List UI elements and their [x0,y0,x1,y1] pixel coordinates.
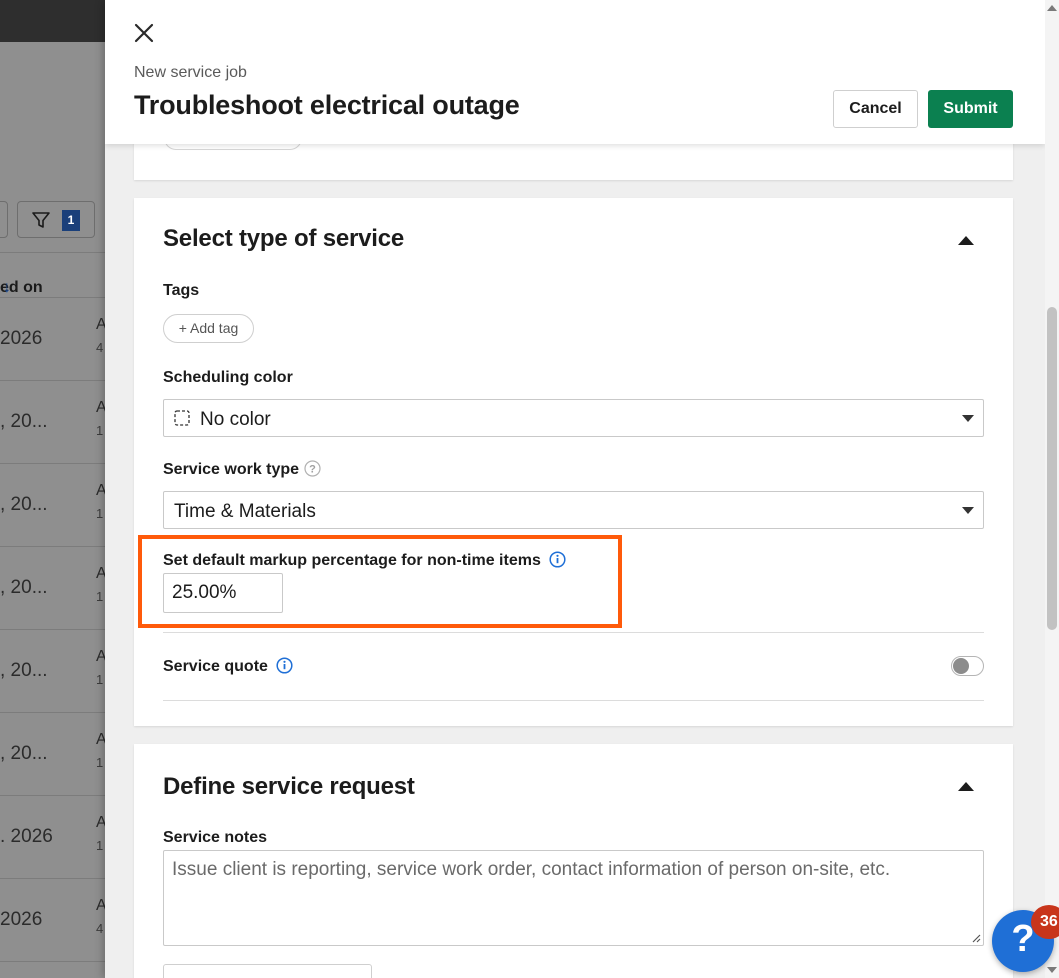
background-toolbar-button [0,201,8,238]
collapse-up-icon[interactable] [957,234,975,246]
toggle-knob [953,658,969,674]
new-service-job-drawer: New service job Troubleshoot electrical … [105,0,1045,978]
sort-arrow-icon: ↓ [3,279,11,296]
submit-button[interactable]: Submit [928,90,1013,128]
scheduling-color-select[interactable]: No color [163,399,984,437]
background-row-subtext: 1 [96,423,104,438]
notification-count-badge: 36 [1031,905,1059,939]
divider [163,632,984,633]
question-help-icon[interactable]: ? [304,460,321,477]
no-color-swatch-icon [174,410,190,426]
info-icon[interactable] [549,551,566,568]
background-row-subtext: 1 [96,506,104,521]
scheduling-color-value: No color [200,409,271,430]
background-table-row: 2026 A 4 [0,879,120,962]
section-title: Select type of service [163,225,405,252]
work-type-label-row: Service work type? [163,460,321,479]
section-title: Define service request [163,773,415,800]
background-row-date: , 20... [0,494,48,515]
add-tag-button[interactable]: + Add tag [163,314,254,343]
resize-handle-icon[interactable] [971,933,981,943]
scrollbar-thumb[interactable] [1047,307,1057,630]
chevron-down-icon [962,415,974,422]
scroll-up-arrow-icon[interactable] [1047,4,1057,12]
work-type-select[interactable]: Time & Materials [163,491,984,529]
markup-percentage-input[interactable] [163,573,283,613]
service-quote-toggle[interactable] [951,656,984,676]
background-row-date: . 2026 [0,826,53,847]
scroll-down-arrow-icon[interactable] [1047,966,1057,974]
service-notes-label: Service notes [163,829,268,846]
divider [163,700,984,701]
filter-count-badge: 1 [62,210,80,231]
service-notes-placeholder: Issue client is reporting, service work … [172,859,891,880]
service-type-section: Select type of service Tags + Add tag Sc… [134,198,1013,726]
drawer-subtitle: New service job [134,64,247,81]
tags-label: Tags [163,282,200,299]
markup-label-row: Set default markup percentage for non-ti… [163,551,566,570]
background-column-header: ed on ↓ [0,252,120,298]
service-request-section: Define service request Service notes Iss… [134,744,1013,978]
collapse-up-icon[interactable] [957,780,975,792]
work-type-label: Service work type [163,461,300,478]
close-icon[interactable] [133,22,155,44]
service-notes-textarea[interactable]: Issue client is reporting, service work … [163,850,984,946]
background-row-date: , 20... [0,577,48,598]
background-filter-button: 1 [17,201,95,238]
drawer-header: New service job Troubleshoot electrical … [105,0,1045,144]
background-row-date: , 20... [0,743,48,764]
page-title: Troubleshoot electrical outage [134,90,520,120]
work-type-value: Time & Materials [174,501,316,522]
background-row-subtext: 1 [96,589,104,604]
background-row-date: 2026 [0,909,43,930]
background-row-subtext: 1 [96,838,104,853]
cancel-button[interactable]: Cancel [833,90,918,128]
svg-text:?: ? [309,464,316,476]
filter-icon [32,212,50,228]
background-row-date: , 20... [0,411,48,432]
background-table-row: . 2026 A 1 [0,796,120,879]
info-icon[interactable] [276,657,293,674]
background-table-row: , 20... A 1 [0,381,120,464]
service-quote-label: Service quote [163,658,268,675]
service-quote-label-row: Service quote [163,657,293,676]
scheduling-color-label: Scheduling color [163,369,293,386]
chevron-down-icon [962,507,974,514]
background-table-row: 2026 A 4 [0,298,120,381]
next-field-button[interactable] [163,964,372,978]
background-row-date: , 20... [0,660,48,681]
background-table-row: , 20... A 1 [0,464,120,547]
background-row-subtext: 1 [96,672,104,687]
background-row-subtext: 4 [96,340,104,355]
background-table-row: , 20... A 1 [0,713,120,796]
markup-label: Set default markup percentage for non-ti… [163,552,541,569]
background-table-row: , 20... A 1 [0,630,120,713]
background-row-date: 2026 [0,328,43,349]
background-row-subtext: 1 [96,755,104,770]
background-table-row: , 20... A 1 [0,547,120,630]
background-row-subtext: 4 [96,921,104,936]
